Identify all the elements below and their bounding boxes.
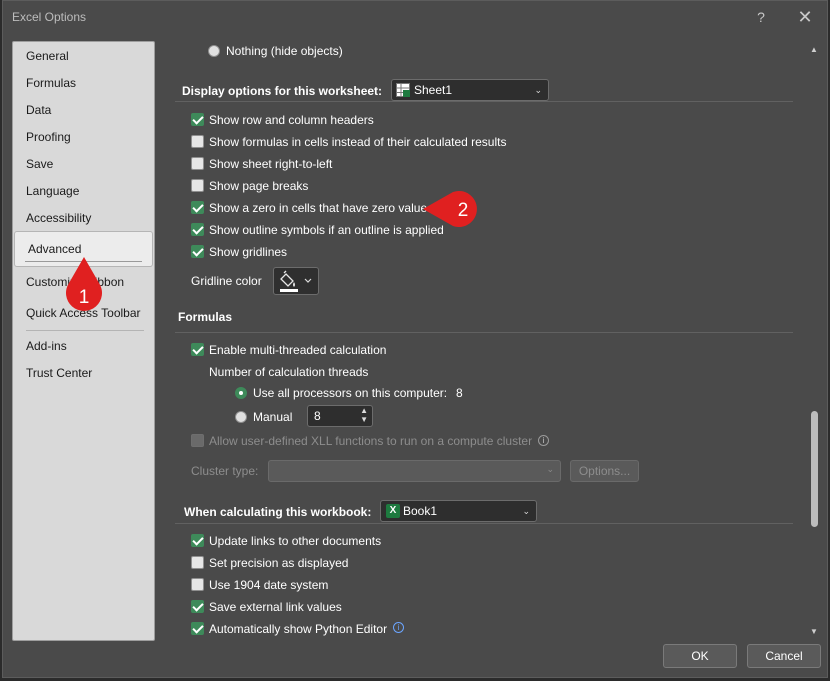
excel-book-icon: X — [386, 504, 400, 518]
spinner-value: 8 — [314, 409, 321, 423]
checkbox[interactable] — [191, 534, 204, 547]
gridline-color-picker[interactable] — [273, 267, 319, 295]
checkbox[interactable] — [191, 622, 204, 635]
paint-bucket-icon — [280, 270, 312, 292]
checkbox[interactable] — [191, 343, 204, 356]
info-icon[interactable]: i — [538, 435, 549, 446]
option-label: Show row and column headers — [209, 113, 374, 127]
option-label: Show a zero in cells that have zero valu… — [209, 201, 428, 215]
worksheet-section-header: Display options for this worksheet: — [182, 84, 383, 98]
option-label: Show page breaks — [209, 179, 309, 193]
option-label: Save external link values — [209, 600, 342, 614]
section-divider — [175, 101, 793, 102]
option-label: Show outline symbols if an outline is ap… — [209, 223, 444, 237]
option-label: Update links to other documents — [209, 534, 382, 548]
section-divider — [175, 523, 793, 524]
cluster-type-dropdown: ⌄ — [268, 460, 561, 482]
option-label: Use all processors on this computer: — [253, 386, 448, 400]
advanced-options-panel: Nothing (hide objects) Display options f… — [163, 33, 805, 641]
cluster-options-button: Options... — [570, 460, 639, 482]
formulas-section-header: Formulas — [178, 310, 233, 324]
close-button[interactable]: ✕ — [793, 6, 817, 28]
chevron-down-icon: ⌄ — [522, 506, 530, 516]
book-dropdown-value: Book1 — [403, 504, 438, 518]
scroll-thumb[interactable] — [811, 411, 818, 527]
threads-label: Number of calculation threads — [209, 365, 369, 379]
category-nav: General Formulas Data Proofing Save Lang… — [12, 41, 155, 641]
section-divider — [175, 332, 793, 333]
nothing-radio[interactable] — [208, 45, 220, 57]
option-label: Show formulas in cells instead of their … — [209, 135, 507, 149]
checkbox[interactable] — [191, 600, 204, 613]
checkbox[interactable] — [191, 113, 204, 126]
radio-manual[interactable] — [235, 411, 247, 423]
nav-item-advanced[interactable]: Advanced — [14, 231, 153, 267]
manual-threads-spinner[interactable]: 8 ▲ ▼ — [307, 405, 373, 427]
scroll-up-arrow-icon[interactable]: ▲ — [810, 45, 818, 54]
nav-item-proofing[interactable]: Proofing — [13, 125, 154, 149]
sheet-dropdown[interactable]: Sheet1 ⌄ — [391, 79, 549, 101]
checkbox — [191, 434, 204, 447]
nav-item-quick-access-toolbar[interactable]: Quick Access Toolbar — [13, 301, 154, 325]
option-label: Show gridlines — [209, 245, 288, 259]
radio-use-all[interactable] — [235, 387, 247, 399]
excel-options-dialog: Excel Options ? ✕ General Formulas Data … — [2, 0, 828, 678]
help-button[interactable]: ? — [749, 6, 773, 28]
nav-item-accessibility[interactable]: Accessibility — [13, 206, 154, 230]
book-dropdown[interactable]: X Book1 ⌄ — [380, 500, 537, 522]
info-icon[interactable]: i — [393, 622, 404, 633]
cluster-type-label: Cluster type: — [191, 464, 259, 478]
checkbox[interactable] — [191, 245, 204, 258]
checkbox[interactable] — [191, 223, 204, 236]
checkbox[interactable] — [191, 179, 204, 192]
dialog-title: Excel Options — [12, 10, 87, 24]
chevron-down-icon: ⌄ — [546, 464, 554, 474]
option-label: Use 1904 date system — [209, 578, 329, 592]
gridline-color-label: Gridline color — [191, 274, 262, 288]
vertical-scrollbar[interactable]: ▲ ▼ — [805, 41, 823, 641]
checkbox[interactable] — [191, 135, 204, 148]
checkbox[interactable] — [191, 578, 204, 591]
nav-item-general[interactable]: General — [13, 44, 154, 68]
checkbox[interactable] — [191, 157, 204, 170]
scroll-down-arrow-icon[interactable]: ▼ — [810, 627, 818, 636]
nav-item-trust-center[interactable]: Trust Center — [13, 361, 154, 385]
nav-item-formulas[interactable]: Formulas — [13, 71, 154, 95]
spinner-arrows-icon[interactable]: ▲ ▼ — [360, 406, 368, 424]
sheet-icon — [396, 83, 410, 97]
nav-divider — [26, 330, 144, 331]
checkbox[interactable] — [191, 556, 204, 569]
nav-item-save[interactable]: Save — [13, 152, 154, 176]
cancel-button[interactable]: Cancel — [747, 644, 821, 668]
sheet-dropdown-value: Sheet1 — [414, 83, 453, 97]
option-label: Automatically show Python Editor — [209, 622, 388, 636]
option-label: Show sheet right-to-left — [209, 157, 333, 171]
nav-item-language[interactable]: Language — [13, 179, 154, 203]
ok-button[interactable]: OK — [663, 644, 737, 668]
nav-item-add-ins[interactable]: Add-ins — [13, 334, 154, 358]
nav-item-customize-ribbon[interactable]: Customize Ribbon — [13, 270, 154, 294]
checkbox[interactable] — [191, 201, 204, 214]
option-label: Allow user-defined XLL functions to run … — [209, 434, 533, 448]
option-label: Enable multi-threaded calculation — [209, 343, 387, 357]
chevron-down-icon: ⌄ — [534, 85, 542, 95]
option-label: Manual — [253, 410, 293, 424]
title-bar: Excel Options ? ✕ — [3, 1, 827, 33]
processor-count: 8 — [456, 386, 463, 400]
workbook-section-header: When calculating this workbook: — [184, 505, 372, 519]
option-label: Set precision as displayed — [209, 556, 349, 570]
nothing-label: Nothing (hide objects) — [226, 44, 343, 58]
nav-item-data[interactable]: Data — [13, 98, 154, 122]
